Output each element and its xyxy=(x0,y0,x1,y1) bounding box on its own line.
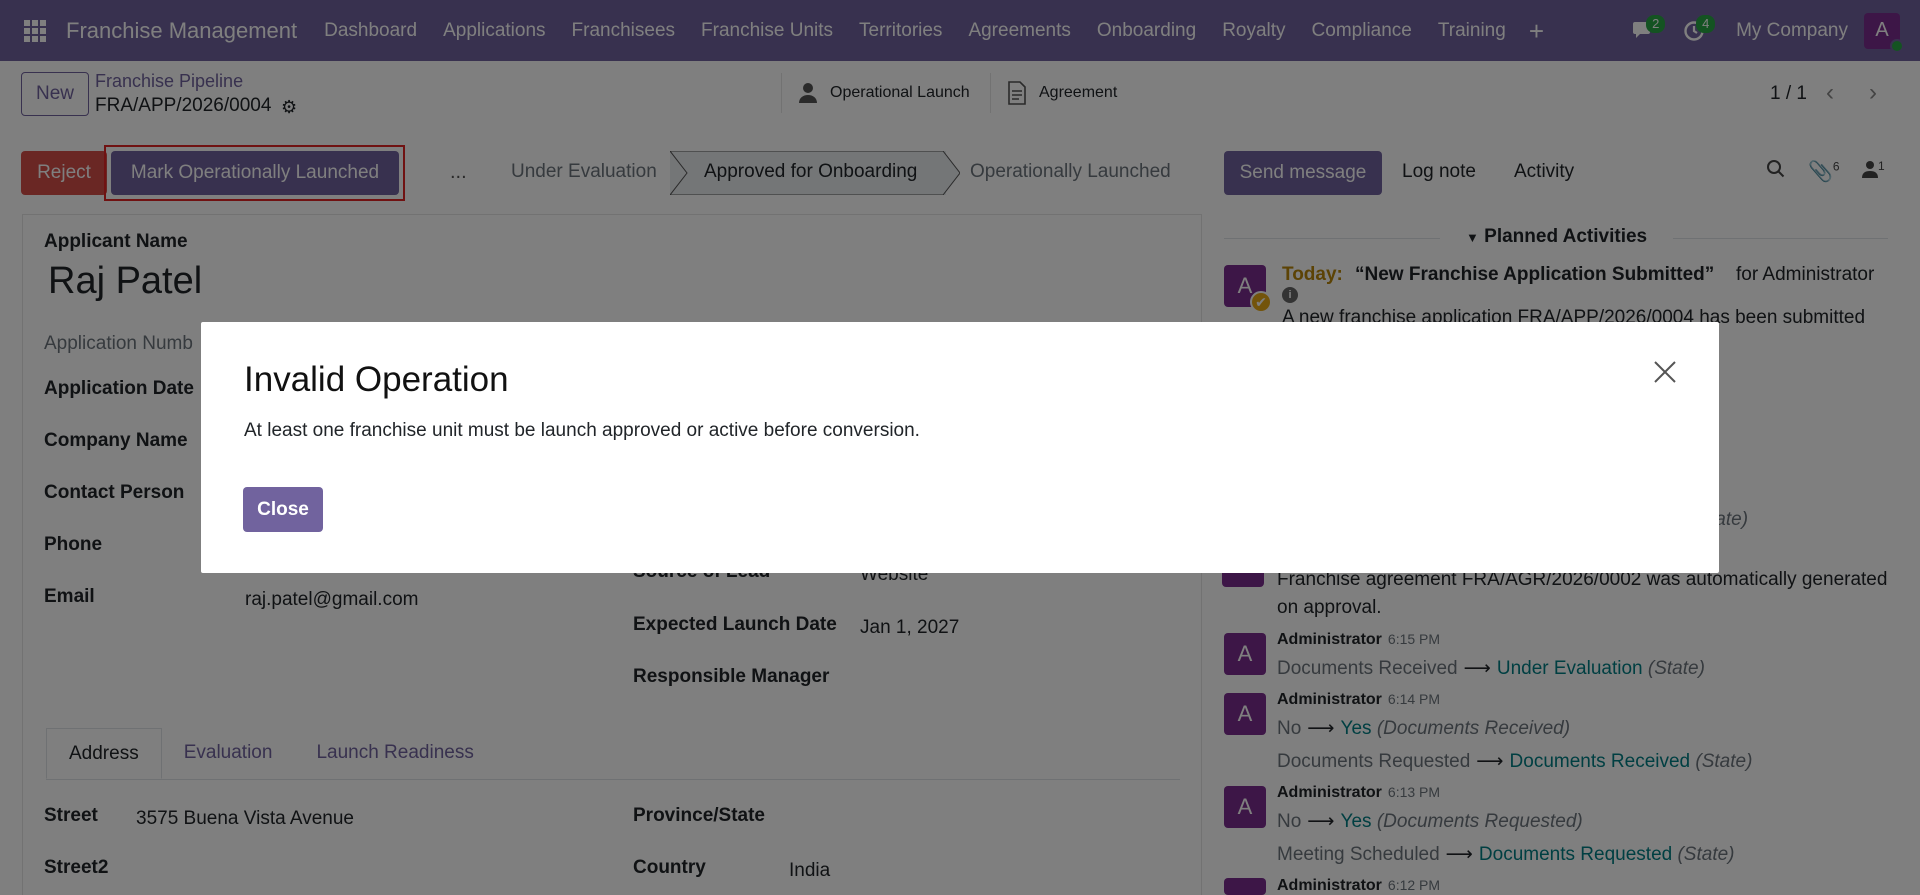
error-dialog: Invalid Operation At least one franchise… xyxy=(201,322,1719,573)
close-button[interactable]: Close xyxy=(243,487,323,532)
dialog-message: At least one franchise unit must be laun… xyxy=(244,420,920,441)
dialog-title: Invalid Operation xyxy=(244,360,509,399)
close-icon[interactable] xyxy=(1651,358,1679,386)
